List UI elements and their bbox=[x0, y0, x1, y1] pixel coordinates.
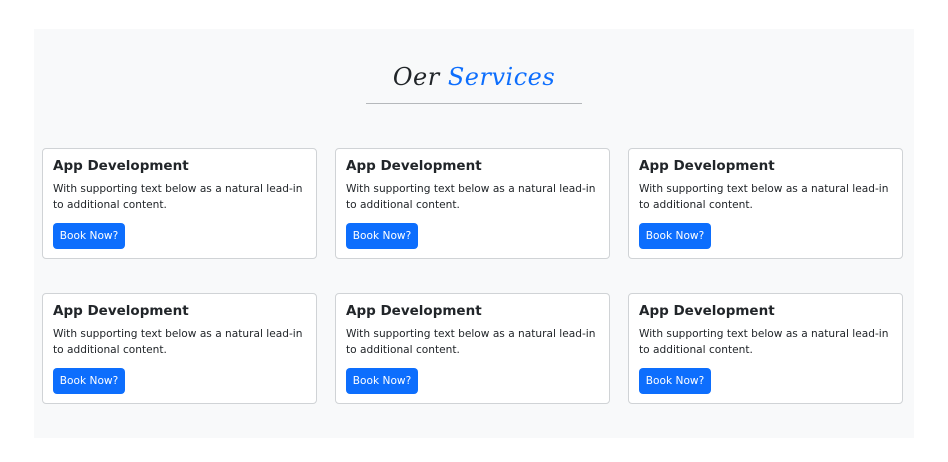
card-text: With supporting text below as a natural … bbox=[53, 328, 303, 356]
card-text: With supporting text below as a natural … bbox=[639, 183, 889, 211]
service-card: App Development With supporting text bel… bbox=[335, 293, 610, 404]
card-title: App Development bbox=[346, 158, 482, 174]
heading-prefix: Oer bbox=[392, 63, 440, 91]
card-text: With supporting text below as a natural … bbox=[639, 328, 889, 356]
card-title: App Development bbox=[639, 158, 775, 174]
service-card: App Development With supporting text bel… bbox=[42, 148, 317, 259]
card-title: App Development bbox=[346, 303, 482, 319]
card-title: App Development bbox=[53, 303, 189, 319]
book-now-button[interactable]: Book Now? bbox=[639, 368, 711, 394]
card-text: With supporting text below as a natural … bbox=[346, 328, 596, 356]
service-card: App Development With supporting text bel… bbox=[628, 148, 903, 259]
heading-accent: Services bbox=[447, 63, 556, 91]
card-title: App Development bbox=[639, 303, 775, 319]
book-now-button[interactable]: Book Now? bbox=[639, 223, 711, 249]
book-now-button[interactable]: Book Now? bbox=[346, 223, 418, 249]
section-heading: Oer Services bbox=[34, 62, 914, 92]
card-text: With supporting text below as a natural … bbox=[53, 183, 303, 211]
heading-divider bbox=[366, 103, 582, 104]
book-now-button[interactable]: Book Now? bbox=[346, 368, 418, 394]
service-card: App Development With supporting text bel… bbox=[335, 148, 610, 259]
card-text: With supporting text below as a natural … bbox=[346, 183, 596, 211]
book-now-button[interactable]: Book Now? bbox=[53, 368, 125, 394]
book-now-button[interactable]: Book Now? bbox=[53, 223, 125, 249]
services-section: Oer Services App Development With suppor… bbox=[34, 29, 914, 438]
service-card: App Development With supporting text bel… bbox=[628, 293, 903, 404]
card-title: App Development bbox=[53, 158, 189, 174]
service-card: App Development With supporting text bel… bbox=[42, 293, 317, 404]
